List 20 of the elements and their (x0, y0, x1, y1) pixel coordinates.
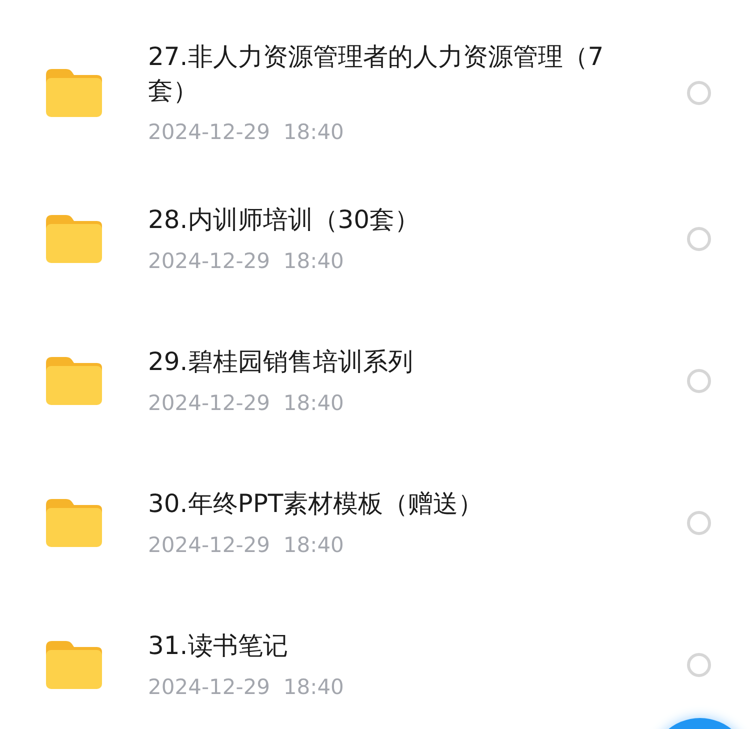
select-radio[interactable] (687, 227, 711, 251)
select-radio[interactable] (687, 369, 711, 393)
modified-date: 2024-12-29 18:40 (148, 532, 345, 559)
folder-icon (44, 497, 104, 549)
folder-name: 27.非人力资源管理者的人力资源管理（7套） (148, 41, 605, 107)
modified-date: 2024-12-29 18:40 (148, 119, 345, 146)
folder-icon (44, 355, 104, 407)
modified-date: 2024-12-29 18:40 (148, 390, 345, 417)
folder-icon (44, 67, 104, 119)
modified-date: 2024-12-29 18:40 (148, 248, 345, 275)
folder-name: 29.碧桂园销售培训系列 (148, 346, 414, 378)
select-radio[interactable] (687, 653, 711, 677)
folder-name: 28.内训师培训（30套） (148, 204, 421, 236)
folder-name: 30.年终PPT素材模板（赠送） (148, 488, 484, 520)
folder-icon (44, 639, 104, 691)
folder-icon (44, 213, 104, 265)
select-radio[interactable] (687, 81, 711, 105)
folder-name: 31.读书笔记 (148, 630, 289, 662)
modified-date: 2024-12-29 18:40 (148, 674, 345, 701)
select-radio[interactable] (687, 511, 711, 535)
